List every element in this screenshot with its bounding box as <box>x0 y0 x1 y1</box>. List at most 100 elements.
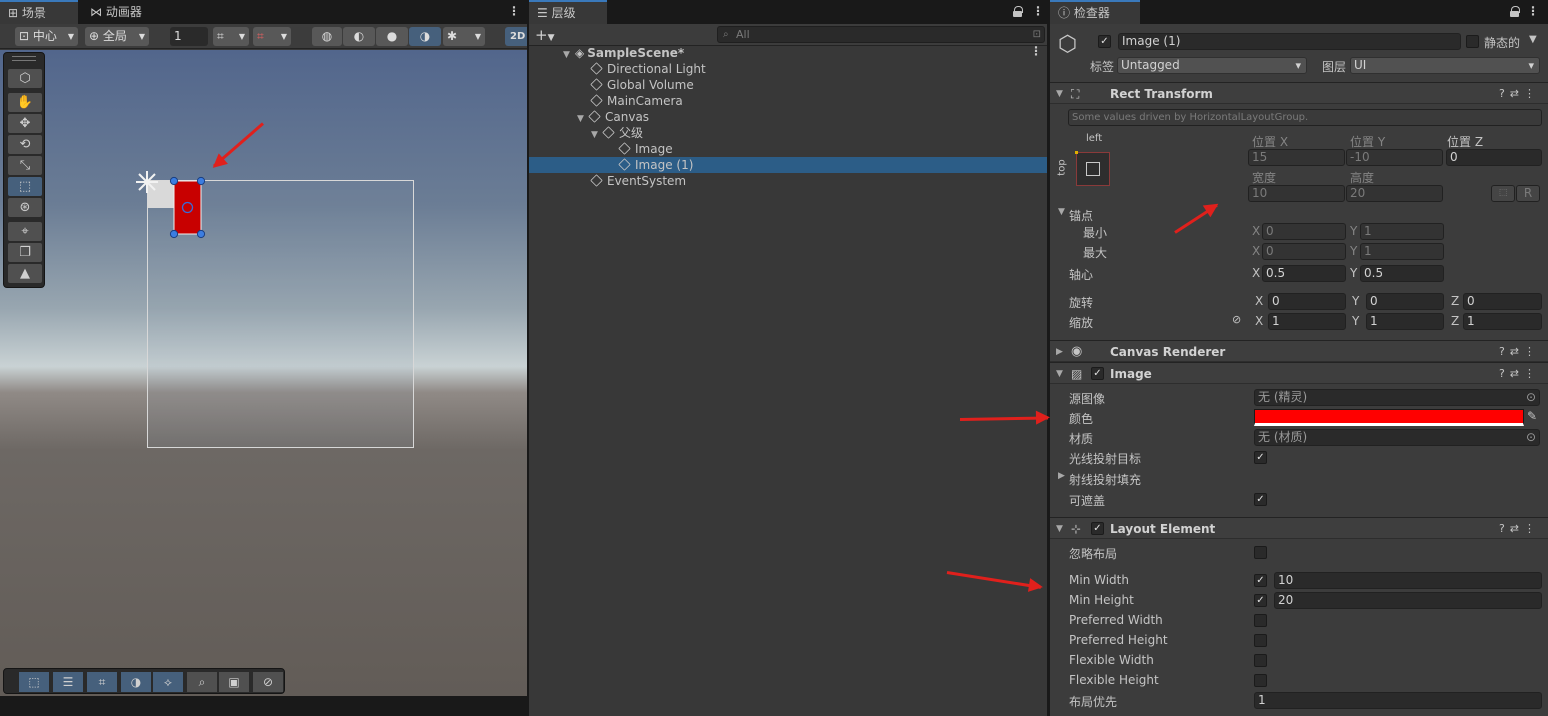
grid-toggle-button[interactable]: ⌗ <box>87 672 117 692</box>
layout-element-header[interactable]: ▼ ⊹ ✓ Layout Element ?⇄⋮ <box>1050 517 1548 539</box>
rect-tool-button[interactable]: ⬚ <box>8 177 42 196</box>
hierarchy-item-maincamera[interactable]: MainCamera <box>529 93 1047 109</box>
tag-dropdown[interactable]: Untagged <box>1117 57 1307 74</box>
debug-dropdown[interactable]: ✱ ▼ <box>443 27 485 46</box>
hierarchy-item-image-1[interactable]: Image (1) <box>529 157 1047 173</box>
tab-hierarchy[interactable]: ☰ 层级 <box>529 0 607 24</box>
layout-priority-field[interactable]: 1 <box>1254 692 1542 709</box>
tab-scene[interactable]: ⊞ 场景 <box>0 0 78 24</box>
preferred-height-checkbox[interactable] <box>1254 634 1267 647</box>
transform-tool-button[interactable]: ⊛ <box>8 198 42 217</box>
shaded-button[interactable]: ● <box>376 27 408 46</box>
hierarchy-item-global-volume[interactable]: Global Volume <box>529 77 1047 93</box>
increment-snap-dropdown[interactable]: ⌗ ▼ <box>253 27 291 46</box>
hand-tool-button[interactable]: ✋ <box>8 93 42 112</box>
hierarchy-item-eventsystem[interactable]: EventSystem <box>529 173 1047 189</box>
anchors-foldout-icon[interactable]: ▼ <box>1058 207 1065 217</box>
align-button[interactable]: ☰ <box>53 672 83 692</box>
hierarchy-item-image[interactable]: Image <box>529 141 1047 157</box>
min-width-checkbox[interactable]: ✓ <box>1254 574 1267 587</box>
overlay-grip[interactable] <box>12 56 36 61</box>
zoom-button[interactable]: ⌕ <box>187 672 217 692</box>
object-picker-icon[interactable]: ⊙ <box>1526 430 1536 445</box>
wireframe-button[interactable]: ◍ <box>312 27 342 46</box>
min-height-field[interactable]: 20 <box>1274 592 1542 609</box>
source-image-field[interactable]: 无 (精灵) ⊙ <box>1254 389 1540 406</box>
layers-toggle-button[interactable]: ⟡ <box>153 672 183 692</box>
pivot-dropdown[interactable]: ⊡ 中心 ▼ <box>15 27 78 46</box>
hierarchy-menu-icon[interactable]: ⋮ <box>1031 0 1045 24</box>
hierarchy-search-input[interactable]: ⌕ All ⊡ <box>717 26 1045 43</box>
scale-z-field[interactable]: 1 <box>1463 313 1542 330</box>
material-field[interactable]: 无 (材质) ⊙ <box>1254 429 1540 446</box>
maskable-checkbox[interactable]: ✓ <box>1254 493 1267 506</box>
rot-x-field[interactable]: 0 <box>1268 293 1346 310</box>
rot-y-field[interactable]: 0 <box>1366 293 1444 310</box>
color-field[interactable] <box>1254 409 1524 426</box>
lock-icon[interactable] <box>1013 6 1023 17</box>
rot-z-field[interactable]: 0 <box>1463 293 1542 310</box>
pivot-x-field[interactable]: 0.5 <box>1262 265 1346 282</box>
custom-tool-button[interactable]: ⌖ <box>8 222 42 241</box>
object-name-field[interactable]: Image (1) <box>1118 33 1461 50</box>
scale-tool-button[interactable]: ⤡ <box>8 156 42 175</box>
raw-edit-button[interactable]: R <box>1516 185 1540 202</box>
eyedropper-icon[interactable]: ✎ <box>1527 409 1537 423</box>
lock-icon[interactable] <box>1510 6 1520 17</box>
scale-y-field[interactable]: 1 <box>1366 313 1444 330</box>
rect-transform-header[interactable]: ▼ ⛶ Rect Transform ?⇄⋮ <box>1050 82 1548 104</box>
raycast-target-checkbox[interactable]: ✓ <box>1254 451 1267 464</box>
foldout-arrow-icon[interactable]: ▶ <box>1056 341 1063 363</box>
shaded-wireframe-button[interactable]: ◐ <box>343 27 375 46</box>
view-cube-icon[interactable]: ⬡ <box>8 69 42 88</box>
constrain-link-icon[interactable]: ⊘ <box>1232 313 1241 326</box>
tab-animator[interactable]: ⋈ 动画器 <box>82 0 150 24</box>
static-dropdown-icon[interactable]: ▼ <box>1529 34 1537 45</box>
foldout-arrow-icon[interactable]: ▼ <box>1056 83 1063 105</box>
scene-root-row[interactable]: ▼ ◈ SampleScene* <box>529 45 1047 61</box>
game-menu-icon[interactable]: ⋮ <box>507 695 521 696</box>
hierarchy-item-directional-light[interactable]: Directional Light <box>529 61 1047 77</box>
blueprint-mode-button[interactable]: ⬚ <box>1491 185 1515 202</box>
anchor-preset-button[interactable] <box>1075 151 1110 186</box>
flexible-width-checkbox[interactable] <box>1254 654 1267 667</box>
raycast-padding-foldout-icon[interactable]: ▶ <box>1058 471 1065 481</box>
hierarchy-item-canvas[interactable]: ▼ Canvas <box>529 109 1047 125</box>
component-header-icons[interactable]: ?⇄⋮ <box>1499 363 1540 385</box>
lighting-toggle-button[interactable]: ◑ <box>121 672 151 692</box>
layout-element-enabled-checkbox[interactable]: ✓ <box>1091 522 1104 535</box>
inspector-menu-icon[interactable]: ⋮ <box>1526 0 1540 24</box>
rotate-tool-button[interactable]: ⟲ <box>8 135 42 154</box>
space-dropdown[interactable]: ⊕ 全局 ▼ <box>85 27 149 46</box>
move-tool-button[interactable]: ✥ <box>8 114 42 133</box>
tab-inspector[interactable]: ⓘ 检查器 <box>1050 0 1140 24</box>
min-width-field[interactable]: 10 <box>1274 572 1542 589</box>
snap-value-field[interactable]: 1 <box>170 27 208 46</box>
image-enabled-checkbox[interactable]: ✓ <box>1091 367 1104 380</box>
mode-2d-button[interactable]: 2D <box>505 27 527 46</box>
lighting-button[interactable]: ◑ <box>409 27 441 46</box>
visibility-button[interactable]: ⊘ <box>253 672 283 692</box>
layer-dropdown[interactable]: UI <box>1350 57 1540 74</box>
pivot-y-field[interactable]: 0.5 <box>1360 265 1444 282</box>
min-height-checkbox[interactable]: ✓ <box>1254 594 1267 607</box>
rect-snap-button[interactable]: ⬚ <box>19 672 49 692</box>
active-checkbox[interactable]: ✓ <box>1098 35 1111 48</box>
preferred-width-checkbox[interactable] <box>1254 614 1267 627</box>
component-header-icons[interactable]: ?⇄⋮ <box>1499 341 1540 363</box>
grid-snap-dropdown[interactable]: ⌗ ▼ <box>213 27 249 46</box>
component-header-icons[interactable]: ?⇄⋮ <box>1499 518 1540 540</box>
scene-menu-icon[interactable]: ⋮ <box>507 0 521 24</box>
ignore-layout-checkbox[interactable] <box>1254 546 1267 559</box>
layers-tool-button[interactable]: ❐ <box>8 243 42 262</box>
hierarchy-item-parent[interactable]: ▼ 父级 <box>529 125 1047 141</box>
object-picker-icon[interactable]: ⊙ <box>1526 390 1536 405</box>
terrain-tool-button[interactable]: ▲ <box>8 264 42 283</box>
flexible-height-checkbox[interactable] <box>1254 674 1267 687</box>
scene-viewport[interactable]: ⬡ ✋ ✥ ⟲ ⤡ ⬚ ⊛ ⌖ ❐ ▲ ⬚ ☰ ⌗ ◑ ⟡ ⌕ ▣ ⊘ <box>0 50 527 696</box>
static-checkbox[interactable] <box>1466 35 1479 48</box>
canvas-renderer-header[interactable]: ▶ ◉ Canvas Renderer ?⇄⋮ <box>1050 340 1548 362</box>
camera-button[interactable]: ▣ <box>219 672 249 692</box>
foldout-arrow-icon[interactable]: ▼ <box>1056 363 1063 385</box>
foldout-arrow-icon[interactable]: ▼ <box>1056 518 1063 540</box>
